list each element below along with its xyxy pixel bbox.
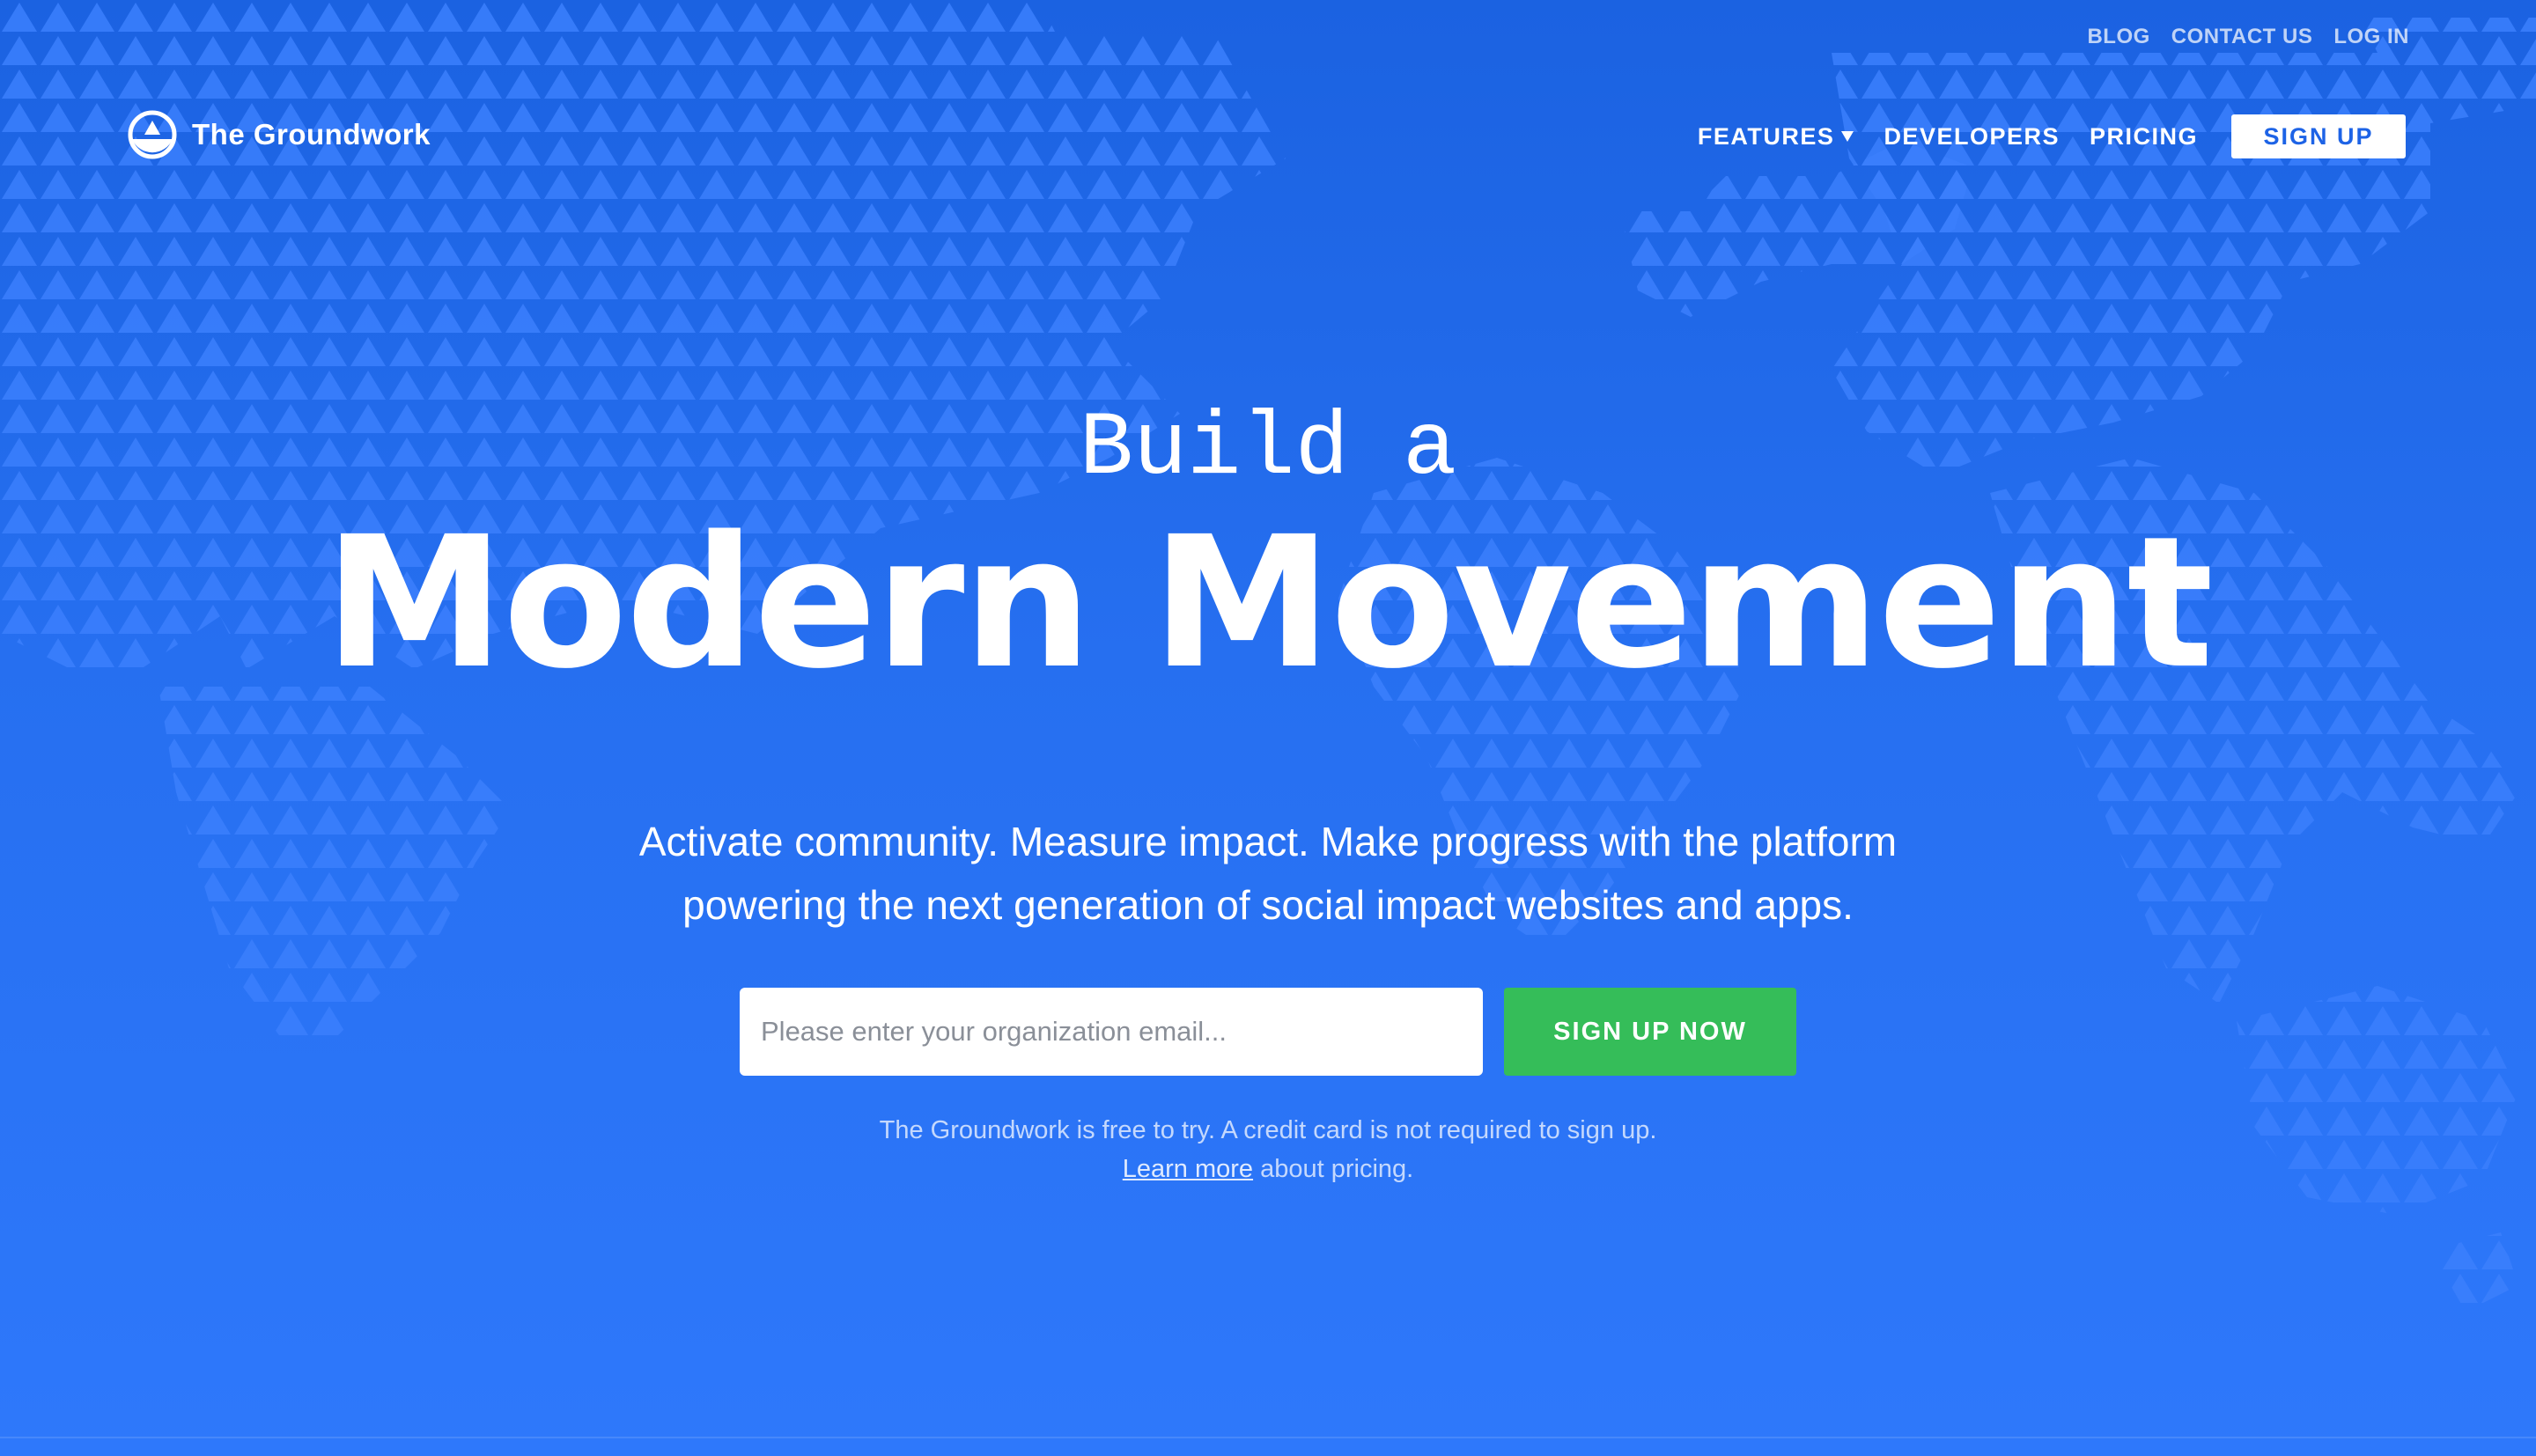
hero-section: BLOG CONTACT US LOG IN The Groundwork FE…	[0, 0, 2536, 1456]
bottom-divider	[0, 1437, 2536, 1438]
brand-name: The Groundwork	[192, 118, 431, 151]
sign-up-now-button[interactable]: SIGN UP NOW	[1504, 988, 1796, 1076]
hero-subhead: Activate community. Measure impact. Make…	[564, 810, 1972, 937]
hero-subhead-line-1: Activate community. Measure impact. Make…	[638, 819, 1898, 864]
log-in-link[interactable]: LOG IN	[2333, 25, 2409, 49]
hero-eyebrow: Build a	[1079, 398, 1457, 500]
fineprint-line-1: The Groundwork is free to try. A credit …	[879, 1116, 1657, 1144]
fineprint-suffix: about pricing.	[1253, 1155, 1414, 1183]
header-sign-up-button[interactable]: SIGN UP	[2231, 114, 2406, 158]
pricing-fineprint: The Groundwork is free to try. A credit …	[0, 1111, 2536, 1188]
utility-nav: BLOG CONTACT US LOG IN	[2087, 25, 2409, 49]
main-nav: FEATURES DEVELOPERS PRICING SIGN UP	[1698, 114, 2406, 158]
hero-headline: Modern Movement	[324, 497, 2214, 709]
organization-email-input[interactable]	[740, 988, 1483, 1076]
caret-down-icon	[1841, 131, 1854, 142]
groundwork-logo-icon	[128, 110, 177, 159]
hero-subhead-line-2: powering the next generation of social i…	[682, 882, 1854, 928]
brand-logo[interactable]: The Groundwork	[127, 109, 431, 160]
fineprint-line-2: Learn more about pricing.	[0, 1150, 2536, 1188]
pricing-link[interactable]: PRICING	[2090, 123, 2198, 151]
features-menu[interactable]: FEATURES	[1698, 123, 1854, 151]
developers-link[interactable]: DEVELOPERS	[1884, 123, 2060, 151]
blog-link[interactable]: BLOG	[2087, 25, 2149, 49]
learn-more-link[interactable]: Learn more	[1123, 1155, 1253, 1183]
signup-form: SIGN UP NOW	[740, 988, 1796, 1076]
contact-us-link[interactable]: CONTACT US	[2171, 25, 2313, 49]
features-label: FEATURES	[1697, 122, 1835, 150]
world-map-background	[0, 0, 2536, 1312]
